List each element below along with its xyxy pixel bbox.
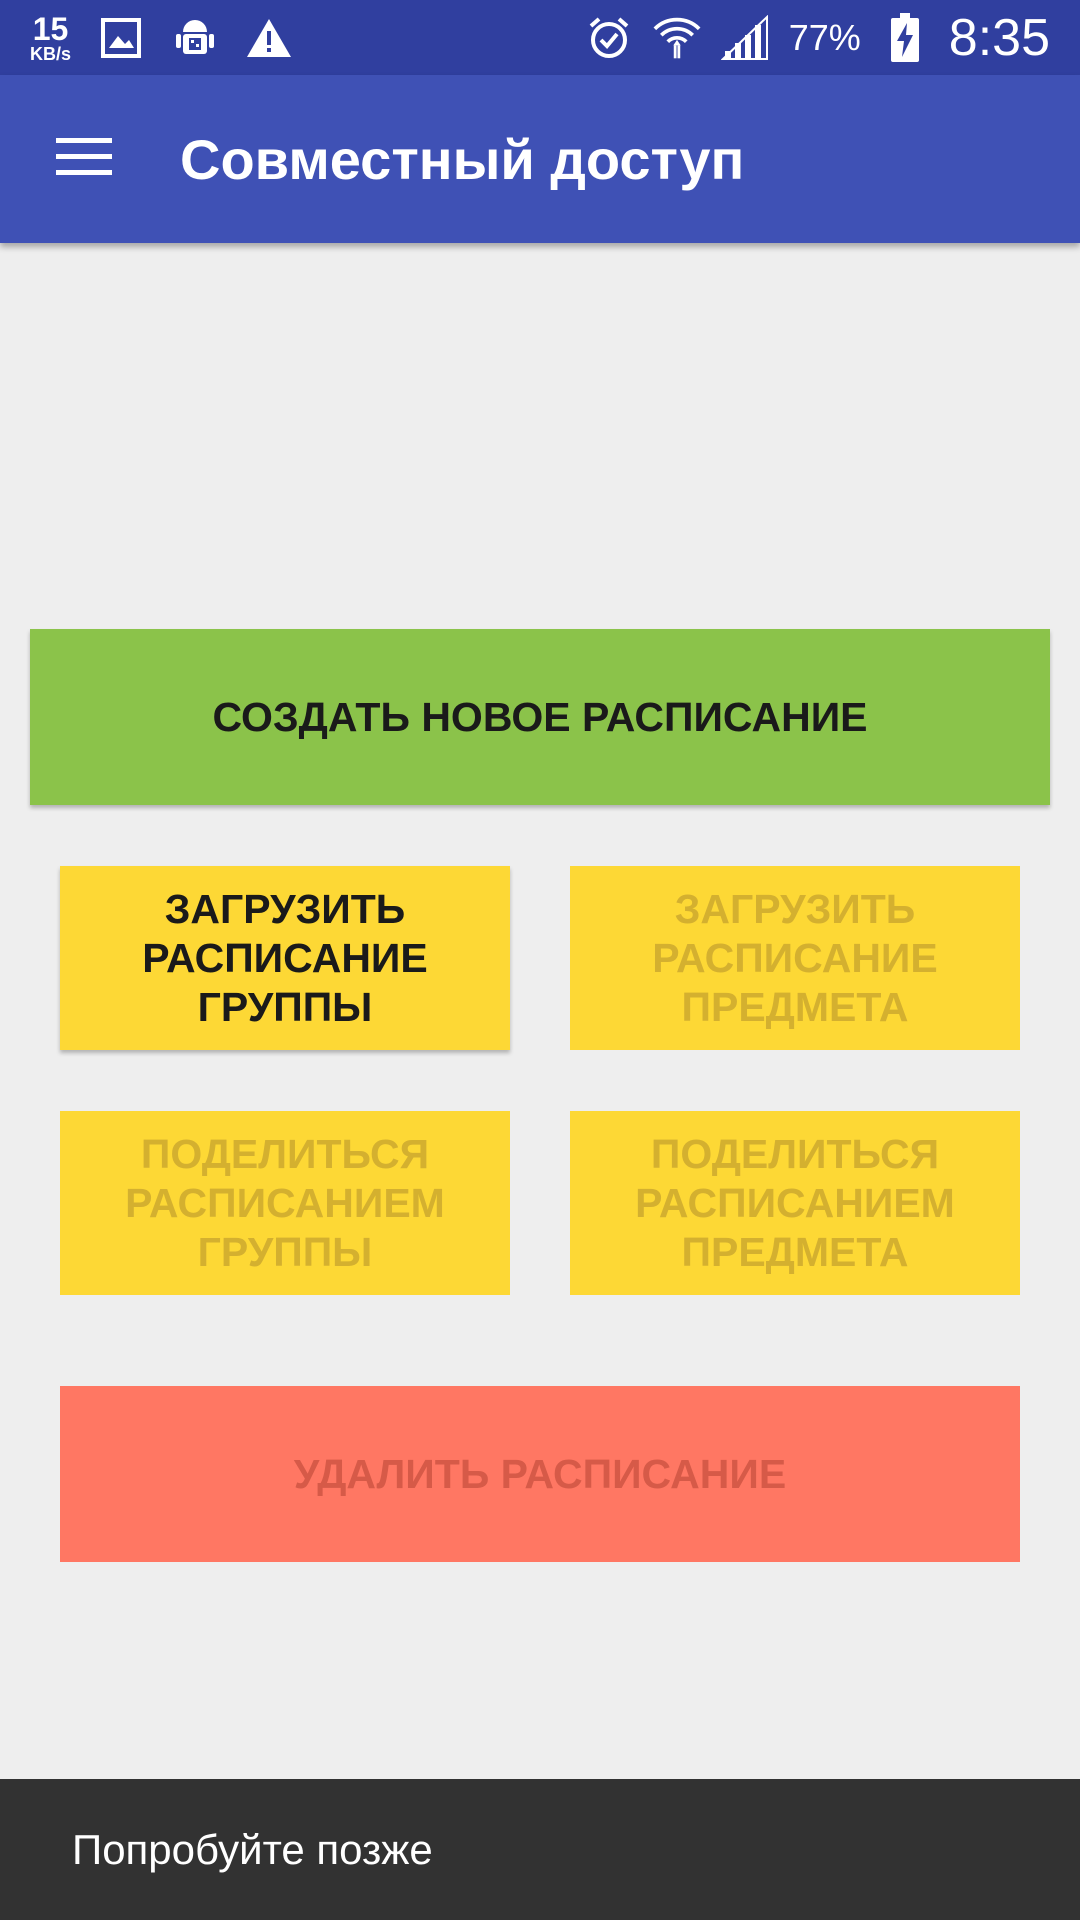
wifi-icon	[653, 14, 701, 62]
load-subject-schedule-button[interactable]: ЗАГРУЗИТЬ РАСПИСАНИЕ ПРЕДМЕТА	[570, 866, 1020, 1050]
alarm-icon	[585, 14, 633, 62]
load-group-schedule-button[interactable]: ЗАГРУЗИТЬ РАСПИСАНИЕ ГРУППЫ	[60, 866, 510, 1050]
create-schedule-button[interactable]: СОЗДАТЬ НОВОЕ РАСПИСАНИЕ	[30, 629, 1050, 805]
load-group-schedule-label: ЗАГРУЗИТЬ РАСПИСАНИЕ ГРУППЫ	[142, 885, 428, 1030]
page-title: Совместный доступ	[180, 127, 745, 191]
delete-schedule-button[interactable]: УДАЛИТЬ РАСПИСАНИЕ	[60, 1386, 1020, 1562]
network-speed: 15 KB/s	[30, 13, 71, 63]
network-speed-unit: KB/s	[30, 43, 72, 64]
share-group-schedule-label: ПОДЕЛИТЬСЯ РАСПИСАНИЕМ ГРУППЫ	[125, 1130, 445, 1275]
battery-charging-icon	[881, 12, 929, 62]
status-bar-right: 77% 8:35	[585, 0, 1050, 75]
image-icon	[97, 14, 145, 62]
battery-percentage: 77%	[788, 16, 861, 58]
clock: 8:35	[948, 8, 1050, 67]
share-subject-schedule-button[interactable]: ПОДЕЛИТЬСЯ РАСПИСАНИЕМ ПРЕДМЕТА	[570, 1111, 1020, 1295]
share-group-schedule-button[interactable]: ПОДЕЛИТЬСЯ РАСПИСАНИЕМ ГРУППЫ	[60, 1111, 510, 1295]
share-subject-schedule-label: ПОДЕЛИТЬСЯ РАСПИСАНИЕМ ПРЕДМЕТА	[635, 1130, 955, 1275]
load-subject-schedule-label: ЗАГРУЗИТЬ РАСПИСАНИЕ ПРЕДМЕТА	[652, 885, 938, 1030]
snackbar-message: Попробуйте позже	[72, 1825, 433, 1873]
status-bar: 15 KB/s 77% 8:35	[0, 0, 1080, 75]
menu-button[interactable]	[48, 125, 120, 191]
create-schedule-label: СОЗДАТЬ НОВОЕ РАСПИСАНИЕ	[212, 693, 868, 740]
status-bar-left: 15 KB/s	[30, 0, 293, 75]
delete-schedule-label: УДАЛИТЬ РАСПИСАНИЕ	[293, 1450, 787, 1497]
android-debug-icon	[171, 14, 219, 62]
warning-icon	[245, 14, 293, 62]
signal-icon	[720, 14, 769, 62]
snackbar: Попробуйте позже	[0, 1779, 1080, 1920]
menu-icon	[56, 136, 112, 181]
network-speed-value: 15	[32, 10, 69, 47]
app-bar: Совместный доступ	[0, 75, 1080, 243]
